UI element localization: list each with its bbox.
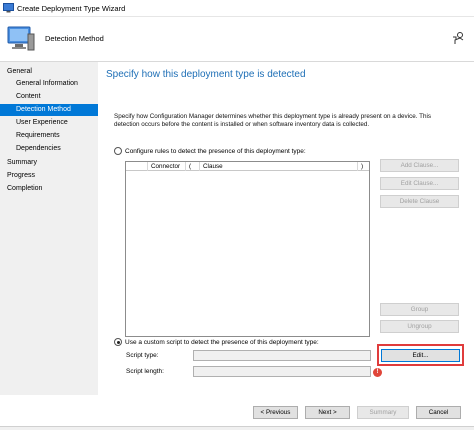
window-bottom-edge — [0, 426, 474, 430]
column-header-connector[interactable]: Connector — [148, 162, 186, 171]
nav-item-summary: Summary — [7, 159, 37, 166]
summary-button[interactable]: Summary — [357, 406, 409, 419]
script-length-label: Script length: — [126, 368, 164, 375]
page-heading: Specify how this deployment type is dete… — [106, 69, 306, 80]
script-type-field — [193, 350, 371, 361]
column-header-close-paren[interactable]: ) — [358, 162, 369, 171]
custom-script-label: Use a custom script to detect the presen… — [125, 338, 319, 346]
edit-clause-button[interactable]: Edit Clause... — [380, 177, 459, 190]
nav-item-progress: Progress — [7, 172, 36, 179]
wizard-footer: < Previous Next > Summary Cancel — [0, 395, 474, 430]
nav-item-content: Content — [16, 93, 41, 100]
nav-item-requirements: Requirements — [16, 132, 60, 139]
delete-clause-button[interactable]: Delete Clause — [380, 195, 459, 208]
previous-button[interactable]: < Previous — [253, 406, 298, 419]
configure-rules-radio[interactable] — [114, 147, 122, 155]
nav-item-general: General — [7, 68, 32, 75]
wizard-nav: General General Information Content Dete… — [0, 62, 98, 408]
description-text: Specify how Configuration Manager determ… — [114, 113, 431, 128]
error-icon: ! — [373, 368, 382, 377]
option-custom-script[interactable]: Use a custom script to detect the presen… — [114, 337, 319, 347]
window-title: Create Deployment Type Wizard — [17, 4, 126, 13]
cancel-button[interactable]: Cancel — [416, 406, 461, 419]
custom-script-radio[interactable] — [114, 338, 122, 346]
help-person-icon[interactable] — [451, 31, 465, 45]
wizard-header: Detection Method — [0, 17, 474, 62]
option-configure-rules[interactable]: Configure rules to detect the presence o… — [114, 146, 306, 156]
add-clause-button[interactable]: Add Clause... — [380, 159, 459, 172]
rules-table-header: Connector ( Clause ) — [126, 162, 369, 171]
group-button[interactable]: Group — [380, 303, 459, 316]
nav-item-completion: Completion — [7, 185, 43, 192]
computer-monitor-icon — [7, 26, 35, 51]
nav-item-detection-method: Detection Method — [0, 104, 98, 116]
script-type-label: Script type: — [126, 352, 159, 359]
nav-item-dependencies: Dependencies — [16, 145, 61, 152]
script-length-field — [193, 366, 371, 377]
nav-item-general-information: General Information — [16, 80, 78, 87]
title-bar: Create Deployment Type Wizard — [0, 0, 474, 17]
column-header-blank — [126, 162, 148, 171]
rules-table[interactable]: Connector ( Clause ) — [125, 161, 370, 337]
column-header-open-paren[interactable]: ( — [186, 162, 200, 171]
nav-item-user-experience: User Experience — [16, 119, 68, 126]
page-name: Detection Method — [45, 34, 104, 43]
computer-icon — [3, 3, 14, 13]
next-button[interactable]: Next > — [305, 406, 350, 419]
ungroup-button[interactable]: Ungroup — [380, 320, 459, 333]
highlight-box — [377, 344, 464, 366]
column-header-clause[interactable]: Clause — [200, 162, 358, 171]
configure-rules-label: Configure rules to detect the presence o… — [125, 147, 306, 155]
